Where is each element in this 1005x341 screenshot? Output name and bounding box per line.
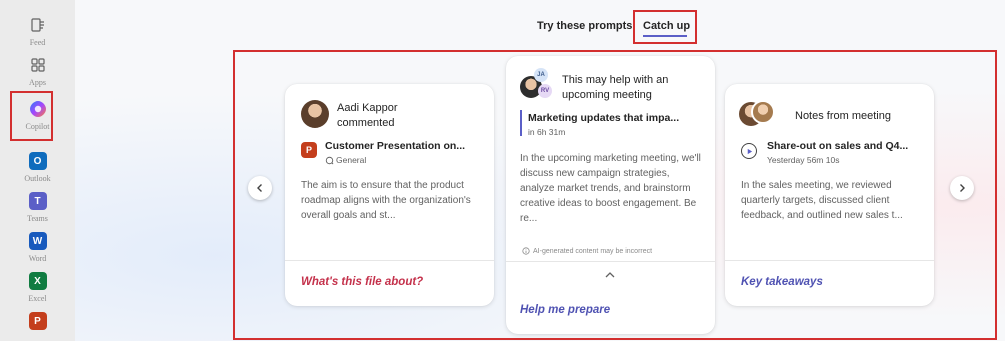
avatar-initials-1: JA [534, 68, 548, 82]
catch-up-card-notes[interactable]: Notes from meeting Share-out on sales an… [725, 84, 934, 306]
card-divider [285, 260, 494, 261]
file-title[interactable]: Customer Presentation on... [325, 140, 485, 152]
chevron-left-icon [257, 184, 262, 192]
collapse-button[interactable] [604, 267, 616, 285]
comment-action: commented [337, 117, 395, 129]
rail-item-teams[interactable]: T Teams [0, 190, 75, 223]
tab-try-these-prompts[interactable]: Try these prompts [537, 20, 632, 32]
catch-up-highlight-box [633, 10, 697, 44]
previous-button[interactable] [248, 176, 272, 200]
rail-item-excel[interactable]: X Excel [0, 270, 75, 303]
card-divider [725, 260, 934, 261]
rail-item-powerpoint[interactable]: P [0, 310, 75, 332]
key-takeaways-link[interactable]: Key takeaways [741, 276, 823, 288]
rail-item-word[interactable]: W Word [0, 230, 75, 263]
comment-summary: The aim is to ensure that the product ro… [301, 180, 471, 221]
feed-icon [27, 14, 49, 36]
rail-item-outlook[interactable]: O Outlook [0, 150, 75, 183]
meeting-title[interactable]: Marketing updates that impa... [528, 112, 708, 124]
meeting-time: in 6h 31m [528, 127, 566, 137]
recording-time: Yesterday 56m 10s [767, 155, 840, 165]
card-divider [506, 261, 715, 262]
powerpoint-file-icon: P [301, 142, 317, 158]
avatar [301, 100, 329, 128]
meeting-summary: In the upcoming marketing meeting, we'll… [520, 153, 701, 224]
rail-label-excel: Excel [28, 294, 47, 303]
commenter-name: Aadi Kappor [337, 102, 398, 114]
word-icon: W [27, 230, 49, 252]
next-button[interactable] [950, 176, 974, 200]
rail-item-feed[interactable]: Feed [0, 14, 75, 47]
channel-name: General [336, 155, 367, 165]
catch-up-card-meeting[interactable]: JA RV This may help with an upcoming mee… [506, 56, 715, 334]
card-header: Notes from meeting [795, 110, 891, 122]
copilot-highlight-box [10, 91, 53, 141]
play-recording-button[interactable] [741, 143, 757, 159]
avatar-initials-2: RV [538, 84, 552, 98]
notes-summary: In the sales meeting, we reviewed quarte… [741, 180, 903, 221]
info-icon [522, 247, 530, 255]
rail-label-apps: Apps [29, 78, 46, 87]
rail-item-apps[interactable]: Apps [0, 54, 75, 87]
ai-disclaimer: AI-generated content may be incorrect [533, 247, 653, 255]
play-icon [747, 148, 752, 154]
card-header-line-1: This may help with an [562, 74, 669, 86]
rail-label-feed: Feed [29, 38, 46, 47]
teams-icon: T [27, 190, 49, 212]
powerpoint-icon: P [27, 310, 49, 332]
meeting-participants-avatars [739, 100, 775, 130]
app-rail: Feed Apps Copilot O Outlook T Teams W Wo… [0, 0, 75, 341]
apps-icon [27, 54, 49, 76]
card-header-line-2: upcoming meeting [562, 89, 652, 101]
meeting-participants-avatars: JA RV [520, 68, 554, 102]
channel-icon [325, 156, 334, 164]
rail-label-word: Word [28, 254, 47, 263]
catch-up-card-comment[interactable]: Aadi Kappor commented P Customer Present… [285, 84, 494, 306]
recording-title[interactable]: Share-out on sales and Q4... [767, 140, 927, 152]
rail-label-teams: Teams [27, 214, 48, 223]
meeting-accent-bar [520, 110, 522, 136]
outlook-icon: O [27, 150, 49, 172]
chevron-right-icon [960, 184, 965, 192]
help-me-prepare-link[interactable]: Help me prepare [520, 304, 610, 316]
rail-label-outlook: Outlook [24, 174, 51, 183]
chevron-up-icon [605, 272, 615, 278]
whats-this-file-about-link[interactable]: What's this file about? [301, 276, 423, 288]
excel-icon: X [27, 270, 49, 292]
avatar [751, 100, 775, 124]
